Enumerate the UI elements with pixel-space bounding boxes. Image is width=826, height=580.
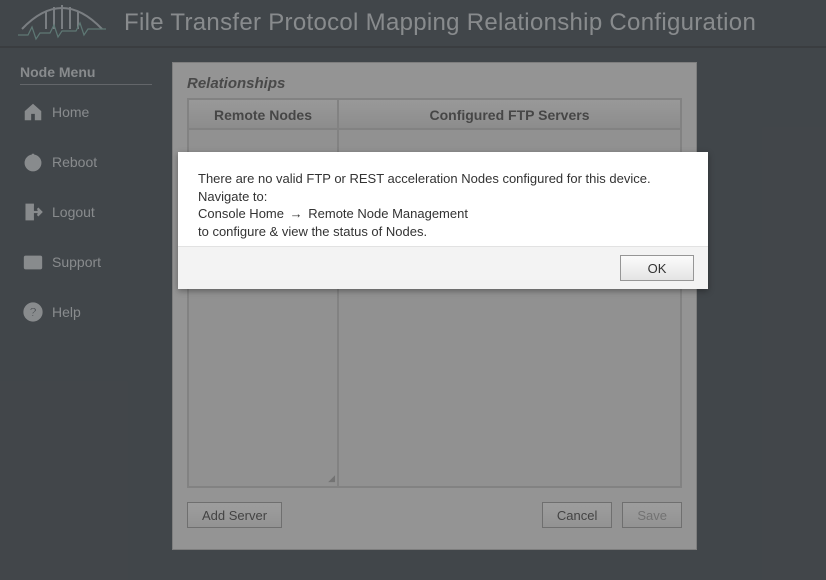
dialog-text-line1: There are no valid FTP or REST accelerat… xyxy=(198,170,688,205)
ok-button[interactable]: OK xyxy=(620,255,694,281)
modal-overlay xyxy=(0,0,826,580)
dialog-path-b: Remote Node Management xyxy=(308,206,468,221)
arrow-right-icon: → xyxy=(290,205,303,223)
dialog-path-a: Console Home xyxy=(198,206,284,221)
dialog-text-line2: Console Home → Remote Node Management xyxy=(198,205,688,223)
dialog-text-line3: to configure & view the status of Nodes. xyxy=(198,223,688,241)
dialog-body: There are no valid FTP or REST accelerat… xyxy=(178,152,708,246)
alert-dialog: There are no valid FTP or REST accelerat… xyxy=(178,152,708,289)
